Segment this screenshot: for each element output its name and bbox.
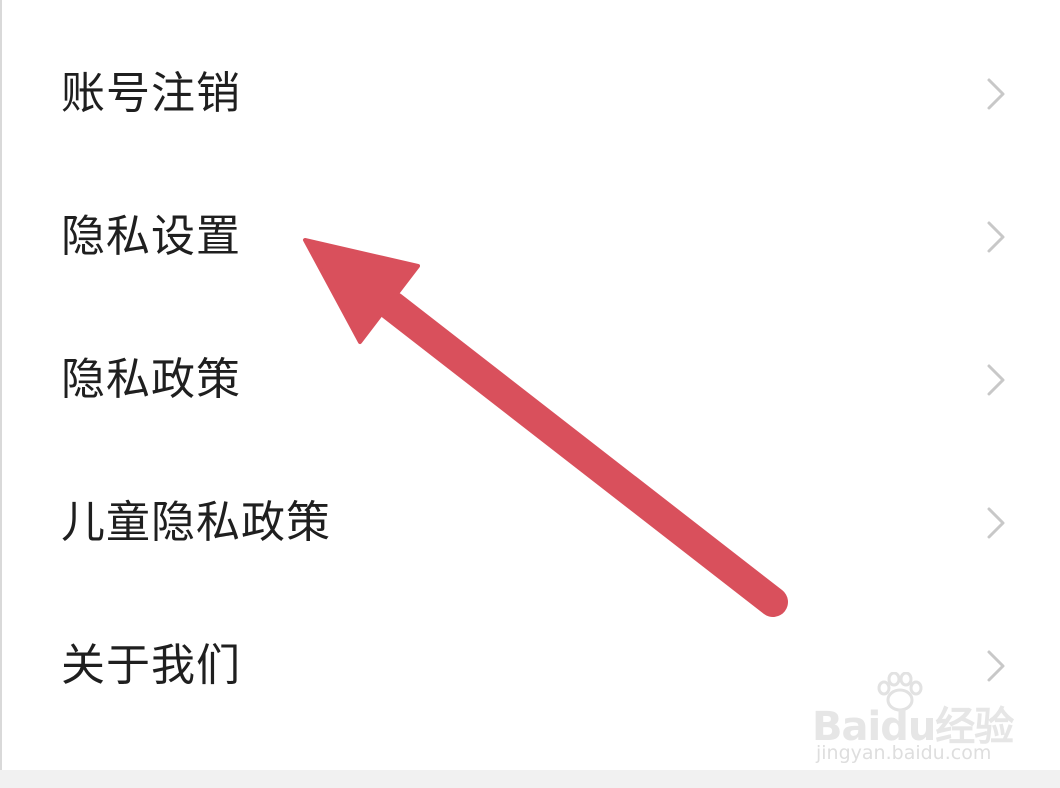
chevron-right-icon <box>987 507 1005 539</box>
menu-item-label: 隐私设置 <box>61 211 241 262</box>
menu-item-children-privacy-policy[interactable]: 儿童隐私政策 <box>0 453 1060 596</box>
baidu-jingyan-watermark: Baidu经验 jingyan.baidu.com <box>812 672 1014 768</box>
chevron-right-icon <box>987 221 1005 253</box>
bottom-section-divider <box>0 770 1060 788</box>
chevron-right-icon <box>987 364 1005 396</box>
watermark-url: jingyan.baidu.com <box>816 742 992 764</box>
menu-item-privacy-policy[interactable]: 隐私政策 <box>0 310 1060 453</box>
settings-menu-list: 账号注销 隐私设置 隐私政策 儿童隐私政策 关于我们 <box>0 24 1060 739</box>
settings-page: 账号注销 隐私设置 隐私政策 儿童隐私政策 关于我们 Baidu经验 jingy… <box>0 0 1060 788</box>
menu-item-label: 账号注销 <box>61 68 241 119</box>
menu-item-label: 关于我们 <box>61 640 241 691</box>
menu-item-account-cancellation[interactable]: 账号注销 <box>0 24 1060 167</box>
chevron-right-icon <box>987 78 1005 110</box>
menu-item-privacy-settings[interactable]: 隐私设置 <box>0 167 1060 310</box>
menu-item-label: 儿童隐私政策 <box>61 497 331 548</box>
menu-item-label: 隐私政策 <box>61 354 241 405</box>
